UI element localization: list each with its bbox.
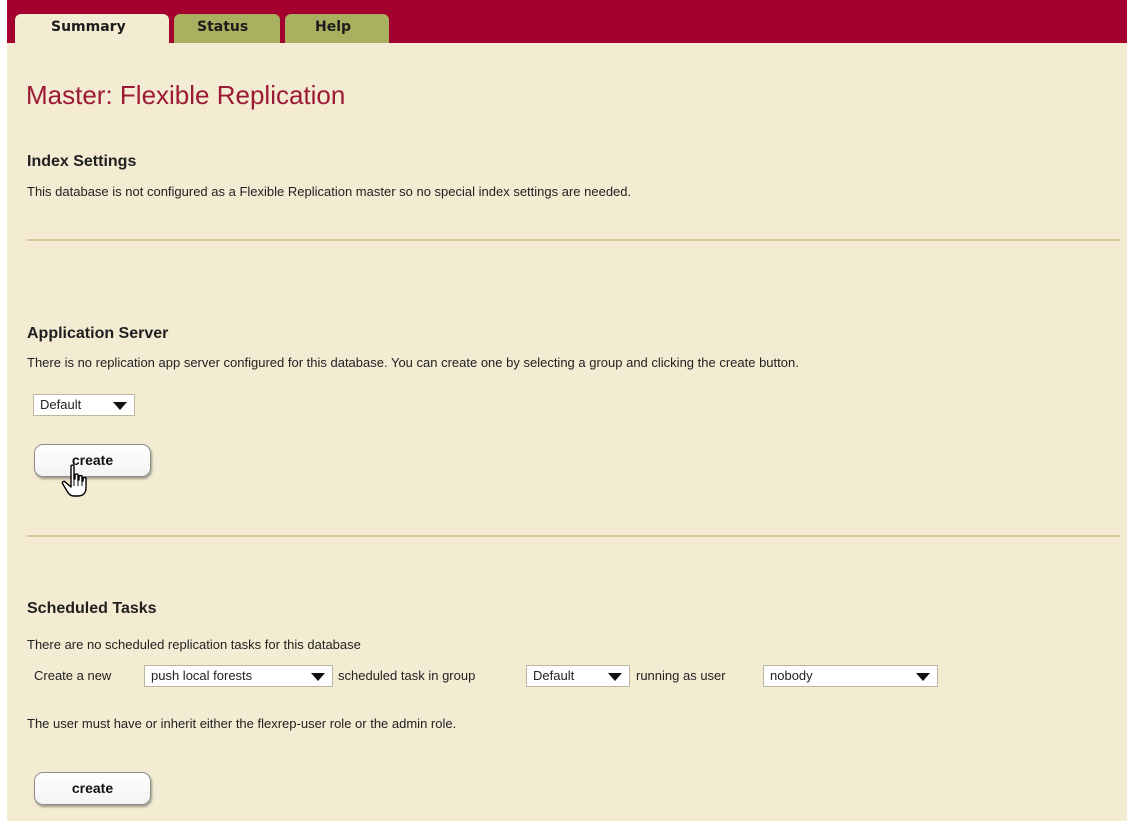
task-user-value: nobody bbox=[770, 668, 813, 683]
tab-summary[interactable]: Summary bbox=[15, 14, 169, 43]
create-scheduled-task-button[interactable]: create bbox=[34, 772, 151, 805]
tab-help[interactable]: Help bbox=[285, 14, 389, 43]
create-new-label: Create a new bbox=[34, 668, 112, 683]
index-settings-text: This database is not configured as a Fle… bbox=[27, 184, 632, 199]
task-group-value: Default bbox=[533, 668, 575, 683]
page-frame: Summary Status Help bbox=[7, 0, 1127, 821]
chevron-down-icon bbox=[113, 402, 127, 410]
task-in-group-label: scheduled task in group bbox=[338, 668, 476, 683]
hand-pointer-cursor-icon bbox=[61, 464, 87, 497]
scheduled-tasks-heading: Scheduled Tasks bbox=[27, 600, 157, 617]
app-server-text: There is no replication app server confi… bbox=[27, 355, 799, 370]
index-settings-heading: Index Settings bbox=[27, 153, 137, 170]
chevron-down-icon bbox=[608, 673, 622, 681]
task-group-select[interactable]: Default bbox=[526, 665, 630, 687]
app-server-group-select[interactable]: Default bbox=[33, 394, 135, 416]
chevron-down-icon bbox=[311, 673, 325, 681]
task-type-select[interactable]: push local forests bbox=[144, 665, 333, 687]
scheduled-tasks-text: There are no scheduled replication tasks… bbox=[27, 637, 361, 652]
task-type-value: push local forests bbox=[151, 668, 253, 683]
tab-status[interactable]: Status bbox=[174, 14, 280, 43]
app-server-group-value: Default bbox=[40, 397, 82, 412]
tab-bar: Summary Status Help bbox=[7, 0, 1127, 43]
page-title: Master: Flexible Replication bbox=[26, 80, 346, 110]
app-server-heading: Application Server bbox=[27, 325, 169, 342]
task-user-select[interactable]: nobody bbox=[763, 665, 938, 687]
scheduled-tasks-note: The user must have or inherit either the… bbox=[27, 716, 457, 731]
chevron-down-icon bbox=[916, 673, 930, 681]
section-divider bbox=[27, 535, 1120, 537]
running-as-user-label: running as user bbox=[636, 668, 726, 683]
section-divider bbox=[27, 239, 1120, 241]
create-app-server-button[interactable]: create bbox=[34, 444, 151, 477]
